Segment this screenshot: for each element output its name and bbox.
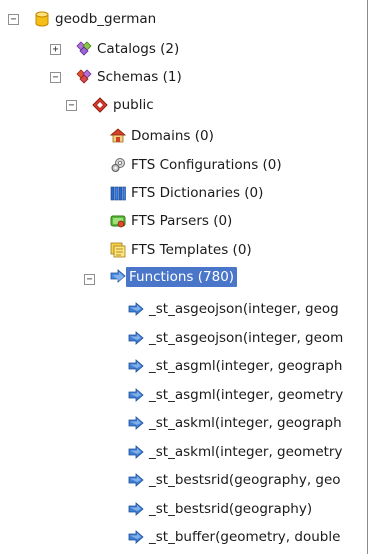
collapse-toggle[interactable]: − xyxy=(8,14,19,25)
fts-templates-label[interactable]: FTS Templates (0) xyxy=(128,240,255,260)
function-item-label[interactable]: _st_asgml(integer, geograph xyxy=(146,356,345,376)
catalogs-label[interactable]: Catalogs (2) xyxy=(94,39,182,59)
fts-dictionaries-icon xyxy=(110,186,126,201)
schemas-label[interactable]: Schemas (1) xyxy=(94,67,185,87)
function-item-label[interactable]: _st_buffer(geometry, double xyxy=(146,527,343,547)
function-icon xyxy=(128,445,144,459)
object-browser-tree: − geodb_german + Catalogs (2) − Schemas … xyxy=(0,0,368,554)
function-icon xyxy=(128,388,144,402)
function-icon xyxy=(128,359,144,373)
fts-configurations-label[interactable]: FTS Configurations (0) xyxy=(128,155,285,175)
fts-configurations-icon xyxy=(111,158,125,172)
database-label[interactable]: geodb_german xyxy=(52,9,159,29)
function-icon xyxy=(128,473,144,487)
domains-label[interactable]: Domains (0) xyxy=(128,126,217,146)
function-icon xyxy=(128,302,144,316)
function-item-label[interactable]: _st_asgml(integer, geometry xyxy=(146,385,346,405)
fts-parsers-label[interactable]: FTS Parsers (0) xyxy=(128,211,235,231)
schema-public-icon xyxy=(92,97,108,113)
collapse-toggle[interactable]: − xyxy=(50,72,61,83)
function-item-label[interactable]: _st_asgeojson(integer, geog xyxy=(146,299,342,319)
catalogs-icon xyxy=(76,41,92,56)
collapse-toggle[interactable]: − xyxy=(66,100,77,111)
function-item-label[interactable]: _st_askml(integer, geograph xyxy=(146,413,345,433)
fts-dictionaries-label[interactable]: FTS Dictionaries (0) xyxy=(128,183,266,203)
function-icon xyxy=(128,502,144,516)
function-icon xyxy=(128,331,144,345)
function-item-label[interactable]: _st_asgeojson(integer, geom xyxy=(146,328,346,348)
fts-templates-icon xyxy=(110,242,126,258)
expand-toggle[interactable]: + xyxy=(50,44,61,55)
function-icon xyxy=(128,416,144,430)
schemas-icon xyxy=(76,69,92,84)
functions-label[interactable]: Functions (780) xyxy=(126,267,238,287)
public-label[interactable]: public xyxy=(110,95,157,115)
function-item-label[interactable]: _st_askml(integer, geometry xyxy=(146,442,345,462)
collapse-toggle[interactable]: − xyxy=(84,274,95,285)
functions-icon xyxy=(110,269,126,283)
function-item-label[interactable]: _st_bestsrid(geography, geo xyxy=(146,470,344,490)
function-item-label[interactable]: _st_bestsrid(geography) xyxy=(146,499,315,519)
domains-icon xyxy=(110,128,126,143)
database-icon xyxy=(35,11,49,27)
fts-parsers-icon xyxy=(110,215,126,228)
function-icon xyxy=(128,530,144,544)
